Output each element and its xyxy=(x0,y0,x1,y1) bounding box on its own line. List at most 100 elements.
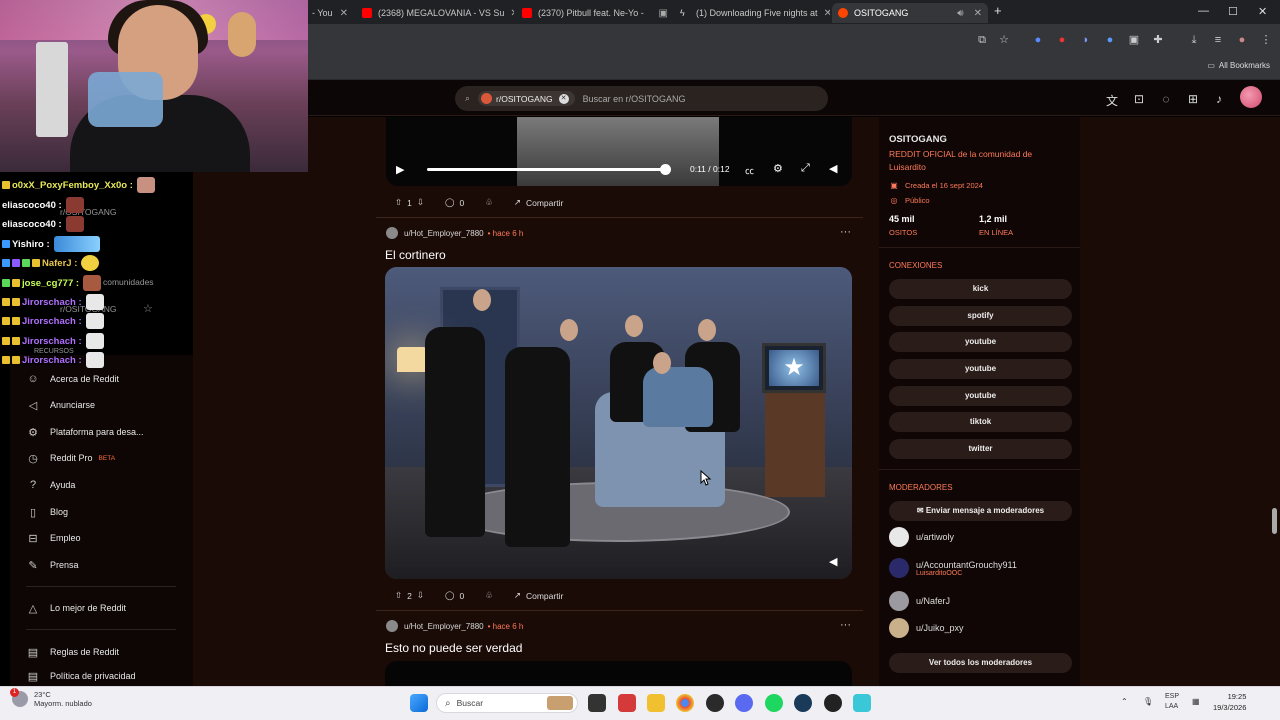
chrome-icon[interactable] xyxy=(676,694,694,712)
upvote-icon[interactable]: ⇧ xyxy=(395,197,402,208)
video-progress-knob[interactable] xyxy=(660,164,671,175)
bell-icon[interactable]: ♪ xyxy=(1212,92,1226,106)
language-indicator[interactable]: ESP LAA xyxy=(1165,692,1179,712)
task-view-icon[interactable] xyxy=(588,694,606,712)
app-icon[interactable] xyxy=(706,694,724,712)
moderator-item[interactable]: u/Juiko_pxy xyxy=(889,618,964,638)
connection-link-youtube[interactable]: youtube xyxy=(889,386,1072,406)
moderator-item[interactable]: u/AccountantGrouchy911 LuisarditoOOC xyxy=(889,558,1017,578)
sidebar-item-developers[interactable]: ⚙ Plataforma para desa... xyxy=(26,422,144,442)
downvote-icon[interactable]: ⇩ xyxy=(417,590,424,601)
sidebar-item-careers[interactable]: ⊟ Empleo xyxy=(26,528,80,548)
advertise-icon[interactable]: ⊡ xyxy=(1132,92,1146,106)
extension-icon[interactable]: ● xyxy=(1056,34,1068,46)
spotify-icon[interactable] xyxy=(765,694,783,712)
file-explorer-icon[interactable] xyxy=(647,694,665,712)
chat-icon[interactable]: ◌ xyxy=(1159,92,1173,106)
sidebar-item-help[interactable]: ? Ayuda xyxy=(26,475,75,495)
speaker-icon[interactable]: 🔊︎ xyxy=(951,8,963,19)
extension-icon[interactable]: ◗ xyxy=(1080,34,1092,46)
user-avatar[interactable] xyxy=(1240,86,1262,108)
user-avatar[interactable] xyxy=(386,227,398,239)
connection-link-youtube[interactable]: youtube xyxy=(889,332,1072,352)
comments-button[interactable]: ◯ 0 xyxy=(440,590,464,601)
app-icon[interactable] xyxy=(618,694,636,712)
maximize-icon[interactable]: ☐ xyxy=(1228,5,1238,18)
volume-icon[interactable]: ◀ xyxy=(829,162,837,175)
sidebar-item-press[interactable]: ✎ Prensa xyxy=(26,555,78,575)
video-progress-bar[interactable] xyxy=(427,168,665,171)
post-author[interactable]: u/Hot_Employer_7880 xyxy=(404,622,484,631)
search-input[interactable]: ⌕ r/OSITOGANG ✕ Buscar en r/OSITOGANG xyxy=(455,86,828,111)
post-author[interactable]: u/Hot_Employer_7880 xyxy=(404,229,484,238)
sidebar-item-advertise[interactable]: ◁ Anunciarse xyxy=(26,395,95,415)
award-button[interactable]: ♧ xyxy=(480,197,493,208)
download-icon[interactable]: ⤓ xyxy=(1188,34,1200,46)
cast-icon[interactable]: ⧉ xyxy=(976,34,988,46)
network-icon[interactable]: ▦ xyxy=(1192,697,1200,706)
browser-tab[interactable]: ϟ (1) Downloading Five nights at ✕ xyxy=(674,3,830,23)
share-button[interactable]: ↗ Compartir xyxy=(509,197,563,208)
connection-link-tiktok[interactable]: tiktok xyxy=(889,412,1072,432)
downvote-icon[interactable]: ⇩ xyxy=(417,197,424,208)
extension-icon[interactable]: ▣ xyxy=(1128,34,1140,46)
video-player-3[interactable] xyxy=(385,661,852,686)
award-button[interactable]: ♧ xyxy=(480,590,493,601)
profile-icon[interactable]: ● xyxy=(1236,34,1248,46)
close-icon[interactable]: ✕ xyxy=(818,8,830,19)
menu-icon[interactable]: ⋮ xyxy=(1260,34,1272,46)
captions-icon[interactable]: ㏄ xyxy=(745,164,754,177)
upvote-icon[interactable]: ⇧ xyxy=(395,590,402,601)
user-avatar[interactable] xyxy=(386,620,398,632)
share-button[interactable]: ↗ Compartir xyxy=(509,590,563,601)
connection-link-twitter[interactable]: twitter xyxy=(889,439,1072,459)
browser-tab[interactable]: (2370) Pitbull feat. Ne-Yo - ▣ xyxy=(516,3,674,23)
page-scrollbar[interactable] xyxy=(1272,508,1277,534)
fullscreen-icon[interactable]: ⤢ xyxy=(801,162,810,175)
windows-start-icon[interactable] xyxy=(410,694,428,712)
all-bookmarks[interactable]: ▭ All Bookmarks xyxy=(1207,61,1270,70)
connection-link-youtube[interactable]: youtube xyxy=(889,359,1072,379)
moderator-item[interactable]: u/artiwoly xyxy=(889,527,954,547)
sidebar-item-blog[interactable]: ▯ Blog xyxy=(26,502,68,522)
volume-icon[interactable]: ◀ xyxy=(829,555,837,568)
new-tab-button[interactable]: + xyxy=(994,3,1002,18)
close-icon[interactable]: ▣ xyxy=(653,8,668,19)
sidebar-item-about[interactable]: ☺ Acerca de Reddit xyxy=(26,369,119,389)
extension-icon[interactable]: ● xyxy=(1032,34,1044,46)
translate-icon[interactable]: 文 xyxy=(1105,92,1119,109)
settings-icon[interactable]: ⚙ xyxy=(773,162,783,175)
play-icon[interactable]: ▶ xyxy=(396,163,404,176)
close-window-icon[interactable]: ✕ xyxy=(1258,5,1267,18)
minimize-icon[interactable]: — xyxy=(1198,5,1209,17)
discord-icon[interactable] xyxy=(735,694,753,712)
connection-link-kick[interactable]: kick xyxy=(889,279,1072,299)
microphone-icon[interactable]: 🎙︎ xyxy=(1143,697,1153,706)
clear-icon[interactable]: ✕ xyxy=(558,93,569,104)
browser-tab[interactable]: - You ✕ xyxy=(306,3,354,23)
media-icon[interactable]: ≡ xyxy=(1212,34,1224,46)
sidebar-item-reddit-pro[interactable]: ◷ Reddit Pro BETA xyxy=(26,448,115,468)
sidebar-item-best-of[interactable]: △ Lo mejor de Reddit xyxy=(26,598,126,618)
close-icon[interactable]: ✕ xyxy=(968,8,982,19)
notepad-icon[interactable] xyxy=(853,694,871,712)
browser-tab-active[interactable]: OSITOGANG 🔊︎ ✕ xyxy=(832,3,988,23)
post-title[interactable]: El cortinero xyxy=(385,248,446,262)
puzzle-icon[interactable]: ✚ xyxy=(1152,34,1164,46)
chevron-up-icon[interactable]: ⌃ xyxy=(1121,697,1128,706)
message-mods-button[interactable]: ✉ Enviar mensaje a moderadores xyxy=(889,501,1072,521)
more-options-icon[interactable]: ··· xyxy=(840,619,851,631)
system-clock[interactable]: 19:25 19/3/2026 xyxy=(1213,691,1246,713)
close-icon[interactable]: ✕ xyxy=(504,8,514,19)
connection-link-spotify[interactable]: spotify xyxy=(889,306,1072,326)
obs-icon[interactable] xyxy=(824,694,842,712)
extension-icon[interactable]: ● xyxy=(1104,34,1116,46)
post-title[interactable]: Esto no puede ser verdad xyxy=(385,641,522,655)
create-post-icon[interactable]: ⊞ xyxy=(1186,92,1200,106)
comments-button[interactable]: ◯ 0 xyxy=(440,197,464,208)
close-icon[interactable]: ✕ xyxy=(334,8,348,19)
taskbar-search[interactable]: ⌕ Buscar xyxy=(436,693,578,713)
sidebar-item-privacy[interactable]: ▤ Política de privacidad xyxy=(26,668,136,684)
weather-widget[interactable]: 1 23°C Mayorm. nublado xyxy=(10,688,92,708)
star-icon[interactable]: ☆ xyxy=(998,34,1010,46)
